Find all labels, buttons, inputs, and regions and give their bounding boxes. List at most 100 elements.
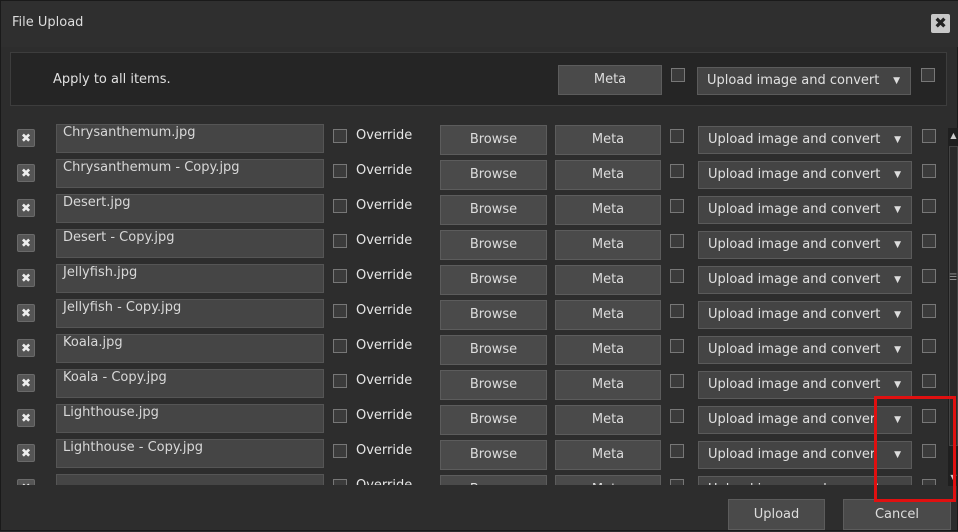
browse-button[interactable]: Browse xyxy=(440,300,547,330)
apply-to-all-bar: Apply to all items. Meta Upload image an… xyxy=(10,52,947,106)
remove-file-icon[interactable]: ✖ xyxy=(17,164,35,182)
chevron-down-icon: ▼ xyxy=(894,240,901,250)
row-extra-checkbox[interactable] xyxy=(922,129,936,143)
override-checkbox[interactable] xyxy=(333,374,347,388)
row-extra-checkbox[interactable] xyxy=(922,199,936,213)
browse-button[interactable]: Browse xyxy=(440,370,547,400)
meta-button[interactable]: Meta xyxy=(555,475,661,485)
remove-file-icon[interactable]: ✖ xyxy=(17,234,35,252)
override-checkbox[interactable] xyxy=(333,199,347,213)
row-extra-checkbox[interactable] xyxy=(922,164,936,178)
meta-button[interactable]: Meta xyxy=(555,335,661,365)
close-icon[interactable]: ✖ xyxy=(931,14,950,33)
row-extra-checkbox[interactable] xyxy=(922,339,936,353)
browse-button[interactable]: Browse xyxy=(440,475,547,485)
conversion-select[interactable]: Upload image and convert ▼ xyxy=(698,126,912,154)
browse-button[interactable]: Browse xyxy=(440,195,547,225)
conversion-select[interactable]: Upload image and convert ▼ xyxy=(698,196,912,224)
file-name-field[interactable]: Koala - Copy.jpg xyxy=(56,369,324,398)
override-checkbox[interactable] xyxy=(333,409,347,423)
override-checkbox[interactable] xyxy=(333,304,347,318)
conversion-select[interactable]: Upload image and convert ▼ xyxy=(698,231,912,259)
conversion-value: Upload image and convert xyxy=(708,482,880,485)
apply-all-meta-button[interactable]: Meta xyxy=(558,65,662,95)
browse-button[interactable]: Browse xyxy=(440,335,547,365)
browse-button[interactable]: Browse xyxy=(440,405,547,435)
override-checkbox[interactable] xyxy=(333,234,347,248)
remove-file-icon[interactable]: ✖ xyxy=(17,479,35,485)
file-row: ✖ Koala - Copy.jpg Override Browse Meta Uploa… xyxy=(13,366,958,401)
browse-button[interactable]: Browse xyxy=(440,160,547,190)
override-label: Override xyxy=(356,408,413,423)
file-name-field[interactable] xyxy=(56,474,324,485)
override-checkbox[interactable] xyxy=(333,269,347,283)
override-checkbox[interactable] xyxy=(333,444,347,458)
file-name-field[interactable]: Lighthouse.jpg xyxy=(56,404,324,433)
browse-button[interactable]: Browse xyxy=(440,125,547,155)
file-name-field[interactable]: Koala.jpg xyxy=(56,334,324,363)
file-name-field[interactable]: Chrysanthemum.jpg xyxy=(56,124,324,153)
conversion-value: Upload image and convert xyxy=(708,377,881,392)
override-checkbox[interactable] xyxy=(333,339,347,353)
meta-button[interactable]: Meta xyxy=(555,160,661,190)
meta-button[interactable]: Meta xyxy=(555,195,661,225)
row-extra-checkbox[interactable] xyxy=(922,374,936,388)
row-checkbox[interactable] xyxy=(670,199,684,213)
meta-button[interactable]: Meta xyxy=(555,125,661,155)
row-extra-checkbox[interactable] xyxy=(922,269,936,283)
conversion-select[interactable]: Upload image and convert ▼ xyxy=(698,161,912,189)
file-name-field[interactable]: Jellyfish - Copy.jpg xyxy=(56,299,324,328)
file-upload-dialog: File Upload ✖ Apply to all items. Meta U… xyxy=(0,0,958,531)
remove-file-icon[interactable]: ✖ xyxy=(17,339,35,357)
row-checkbox[interactable] xyxy=(670,444,684,458)
remove-file-icon[interactable]: ✖ xyxy=(17,199,35,217)
remove-file-icon[interactable]: ✖ xyxy=(17,269,35,287)
row-extra-checkbox[interactable] xyxy=(922,234,936,248)
remove-file-icon[interactable]: ✖ xyxy=(17,304,35,322)
conversion-value: Upload image and conver xyxy=(708,447,876,462)
row-extra-checkbox[interactable] xyxy=(922,304,936,318)
meta-button[interactable]: Meta xyxy=(555,265,661,295)
row-checkbox[interactable] xyxy=(670,164,684,178)
row-checkbox[interactable] xyxy=(670,339,684,353)
file-row: ✖ Koala.jpg Override Browse Meta Upload image… xyxy=(13,331,958,366)
remove-file-icon[interactable]: ✖ xyxy=(17,129,35,147)
override-checkbox[interactable] xyxy=(333,479,347,485)
row-checkbox[interactable] xyxy=(670,269,684,283)
override-checkbox[interactable] xyxy=(333,129,347,143)
conversion-select[interactable]: Upload image and convert ▼ xyxy=(698,266,912,294)
row-checkbox[interactable] xyxy=(670,374,684,388)
file-name-field[interactable]: Desert - Copy.jpg xyxy=(56,229,324,258)
row-checkbox[interactable] xyxy=(670,234,684,248)
remove-file-icon[interactable]: ✖ xyxy=(17,409,35,427)
conversion-select[interactable]: Upload image and convert ▼ xyxy=(698,336,912,364)
cancel-button[interactable]: Cancel xyxy=(843,499,951,530)
browse-button[interactable]: Browse xyxy=(440,265,547,295)
scroll-up-icon[interactable]: ▲ xyxy=(948,128,958,144)
meta-button[interactable]: Meta xyxy=(555,230,661,260)
apply-all-conversion-select[interactable]: Upload image and convert ▼ xyxy=(697,67,911,95)
file-row: ✖ Lighthouse - Copy.jpg Override Browse Meta… xyxy=(13,436,958,471)
conversion-select[interactable]: Upload image and convert ▼ xyxy=(698,371,912,399)
row-checkbox[interactable] xyxy=(670,479,684,485)
conversion-select[interactable]: Upload image and convert ▼ xyxy=(698,301,912,329)
row-checkbox[interactable] xyxy=(670,304,684,318)
file-name-field[interactable]: Lighthouse - Copy.jpg xyxy=(56,439,324,468)
meta-button[interactable]: Meta xyxy=(555,300,661,330)
apply-all-extra-checkbox[interactable] xyxy=(921,68,935,82)
row-checkbox[interactable] xyxy=(670,409,684,423)
meta-button[interactable]: Meta xyxy=(555,440,661,470)
browse-button[interactable]: Browse xyxy=(440,440,547,470)
override-checkbox[interactable] xyxy=(333,164,347,178)
apply-all-checkbox[interactable] xyxy=(671,68,685,82)
file-name-field[interactable]: Desert.jpg xyxy=(56,194,324,223)
upload-button[interactable]: Upload xyxy=(728,499,825,530)
file-name-field[interactable]: Jellyfish.jpg xyxy=(56,264,324,293)
remove-file-icon[interactable]: ✖ xyxy=(17,444,35,462)
row-checkbox[interactable] xyxy=(670,129,684,143)
file-name-field[interactable]: Chrysanthemum - Copy.jpg xyxy=(56,159,324,188)
browse-button[interactable]: Browse xyxy=(440,230,547,260)
meta-button[interactable]: Meta xyxy=(555,370,661,400)
meta-button[interactable]: Meta xyxy=(555,405,661,435)
remove-file-icon[interactable]: ✖ xyxy=(17,374,35,392)
